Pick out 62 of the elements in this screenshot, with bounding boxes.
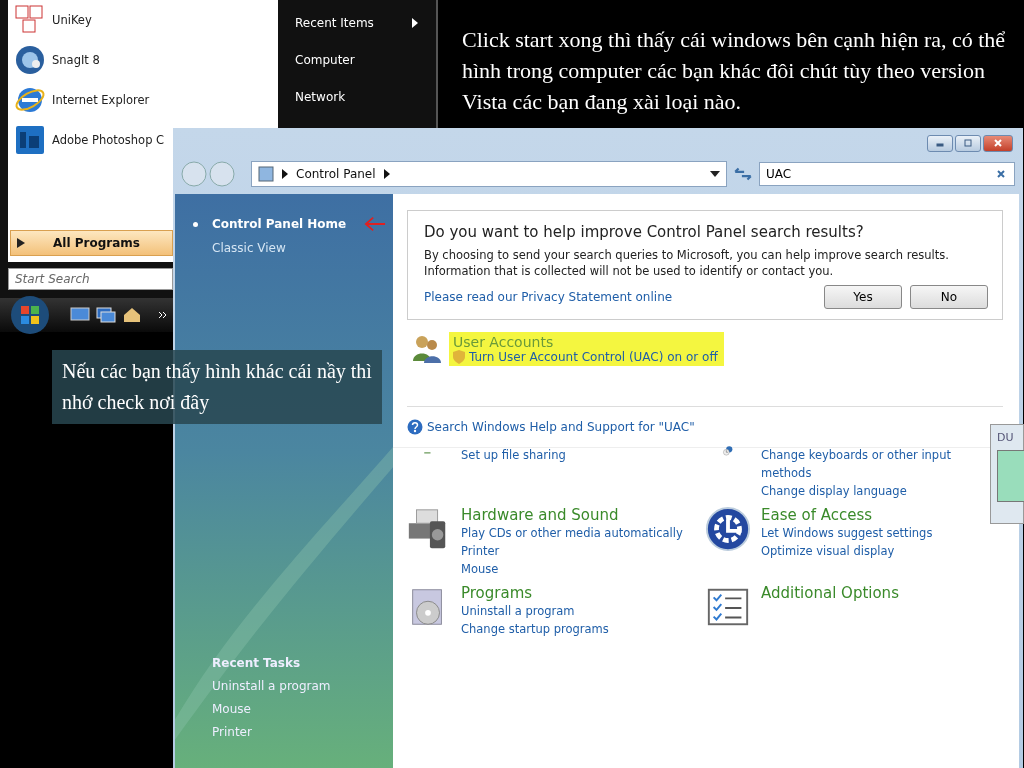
maximize-icon xyxy=(963,139,973,147)
category-link[interactable]: Optimize visual display xyxy=(761,542,933,560)
category-link[interactable]: Mouse xyxy=(461,560,683,578)
privacy-link[interactable]: Please read our Privacy Statement online xyxy=(424,290,673,304)
close-button[interactable] xyxy=(983,134,1013,152)
category-link[interactable]: Let Windows suggest settings xyxy=(761,524,933,542)
category-title[interactable]: Ease of Access xyxy=(761,506,933,524)
answer-button[interactable]: Yes xyxy=(824,285,902,309)
maximize-button[interactable] xyxy=(955,134,981,152)
menu-item[interactable]: Network xyxy=(280,78,432,115)
gadget-label: DU xyxy=(997,431,1014,444)
category-title[interactable]: Hardware and Sound xyxy=(461,506,683,524)
sidebar-link[interactable]: Control Panel Home xyxy=(175,212,393,236)
program-icon xyxy=(14,44,46,76)
result-link[interactable]: Turn User Account Control (UAC) on or off xyxy=(469,350,718,364)
program-icon xyxy=(14,124,46,156)
feedback-question: Do you want to help improve Control Panel search results? xyxy=(424,223,865,241)
feedback-text: By choosing to send your search queries to Microsoft, you can help improve search results. Information that is collected will not be used to identify or contact you. xyxy=(424,247,950,279)
category-link[interactable]: Set up file sharing xyxy=(461,446,566,464)
category-link[interactable]: Change keyboards or other input methods xyxy=(761,446,976,482)
shield-icon xyxy=(453,350,465,364)
caption: Nếu các bạn thấy hình khác cái nầy thì nhớ check nơi đây xyxy=(52,350,382,424)
address-bar[interactable]: Control Panel xyxy=(251,161,727,187)
minimize-button[interactable] xyxy=(927,134,953,152)
all-programs-button[interactable]: All Programs xyxy=(10,230,173,256)
program-item[interactable]: Adobe Photoshop C xyxy=(8,120,165,160)
sidebar-link[interactable]: Classic View xyxy=(175,236,393,260)
program-item[interactable]: Internet Explorer xyxy=(8,80,150,120)
help-icon xyxy=(407,419,423,435)
category-title[interactable]: Additional Options xyxy=(761,584,899,602)
dropdown-icon xyxy=(710,171,720,177)
category-link[interactable]: Change startup programs xyxy=(461,620,609,638)
users-icon xyxy=(411,333,443,365)
category-link[interactable]: Change display language xyxy=(761,482,976,500)
program-item[interactable]: SnagIt 8 xyxy=(8,40,100,80)
answer-button[interactable]: No xyxy=(910,285,988,309)
close-icon xyxy=(993,139,1003,147)
help-link[interactable]: Search Windows Help and Support for "UAC" xyxy=(427,420,695,434)
clear-icon[interactable] xyxy=(996,169,1006,179)
breadcrumb-arrow-icon xyxy=(383,169,390,179)
program-icon xyxy=(14,4,46,36)
program-item[interactable]: UniKey xyxy=(8,0,92,40)
start-orb-icon[interactable] xyxy=(10,295,50,335)
recent-tasks-heading: Recent Tasks xyxy=(211,655,302,672)
menu-item[interactable]: Computer xyxy=(280,41,432,78)
control-panel-icon xyxy=(258,166,274,182)
caption: Click start xong thì thấy cái windows bên cạnh hiện ra, có thể hình trong computer các bạn khác đôi chút tùy theo version Vista các bạn đang xài loại nào. xyxy=(462,26,1007,116)
chevron-icon[interactable] xyxy=(158,311,168,319)
menu-item[interactable]: Recent Items xyxy=(280,4,432,41)
meter-graph xyxy=(997,450,1024,502)
start-search-field[interactable]: Start Search xyxy=(8,268,173,290)
breadcrumb-arrow-icon xyxy=(282,169,288,179)
search-field[interactable]: UAC xyxy=(759,162,1015,186)
arrow-icon xyxy=(17,238,25,248)
category-title[interactable]: Programs xyxy=(461,584,609,602)
windows-icon[interactable] xyxy=(96,307,116,323)
category-link[interactable]: Uninstall a program xyxy=(461,602,609,620)
category-link[interactable]: Printer xyxy=(461,542,683,560)
house-icon[interactable] xyxy=(122,307,142,323)
bullet-icon xyxy=(193,221,198,227)
category-link[interactable]: Play CDs or other media automatically xyxy=(461,524,683,542)
desktop-icon[interactable] xyxy=(70,307,90,323)
